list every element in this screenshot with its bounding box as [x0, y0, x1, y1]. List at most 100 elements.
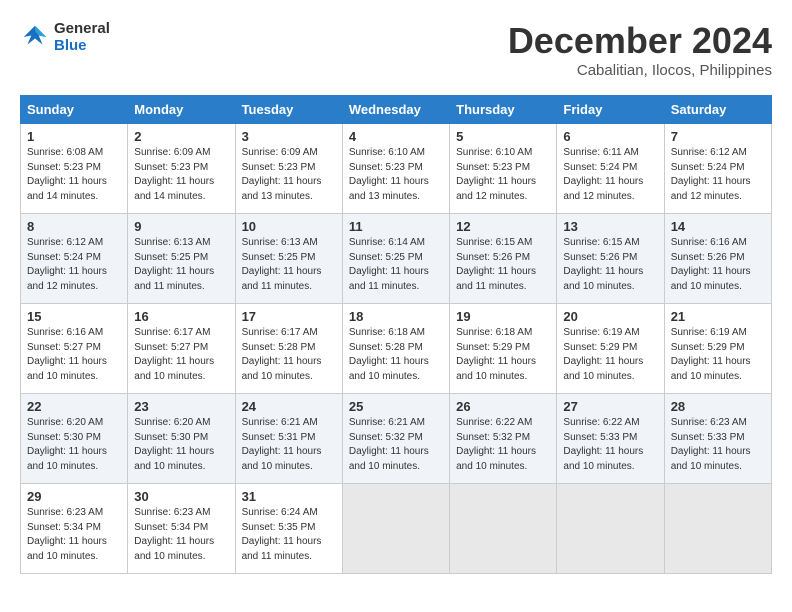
calendar-cell: 27 Sunrise: 6:22 AMSunset: 5:33 PMDayligh… [557, 394, 664, 484]
calendar-cell: 6Sunrise: 6:11 AMSunset: 5:24 PMDaylight… [557, 124, 664, 214]
day-info: Sunrise: 6:20 AMSunset: 5:30 PMDaylight:… [27, 416, 121, 474]
calendar-cell: 22 Sunrise: 6:20 AMSunset: 5:30 PMDayligh… [21, 394, 128, 484]
calendar-cell: 17 Sunrise: 6:17 AMSunset: 5:28 PMDayligh… [235, 304, 342, 394]
day-info: Sunrise: 6:18 AMSunset: 5:29 PMDaylight:… [456, 326, 550, 384]
day-info: Sunrise: 6:15 AMSunset: 5:26 PMDaylight:… [563, 236, 657, 294]
day-number: 4 [349, 129, 443, 144]
weekday-header-thursday: Thursday [450, 96, 557, 124]
day-number: 10 [242, 219, 336, 234]
day-number: 20 [563, 309, 657, 324]
calendar-cell: 30 Sunrise: 6:23 AMSunset: 5:34 PMDayligh… [128, 484, 235, 574]
weekday-header-monday: Monday [128, 96, 235, 124]
calendar-cell: 28 Sunrise: 6:23 AMSunset: 5:33 PMDayligh… [664, 394, 771, 484]
day-info: Sunrise: 6:16 AMSunset: 5:26 PMDaylight:… [671, 236, 765, 294]
day-info: Sunrise: 6:08 AMSunset: 5:23 PMDaylight:… [27, 146, 121, 204]
calendar-week-row: 8 Sunrise: 6:12 AMSunset: 5:24 PMDaylight… [21, 214, 772, 304]
day-info: Sunrise: 6:14 AMSunset: 5:25 PMDaylight:… [349, 236, 443, 294]
day-number: 1 [27, 129, 121, 144]
calendar-cell [664, 484, 771, 574]
calendar-cell [450, 484, 557, 574]
day-number: 13 [563, 219, 657, 234]
calendar-cell: 3 Sunrise: 6:09 AMSunset: 5:23 PMDaylight… [235, 124, 342, 214]
day-number: 7 [671, 129, 765, 144]
day-info: Sunrise: 6:12 AMSunset: 5:24 PMDaylight:… [27, 236, 121, 294]
calendar-cell: 10Sunrise: 6:13 AMSunset: 5:25 PMDayligh… [235, 214, 342, 304]
header: General Blue December 2024 Cabalitian, I… [20, 20, 772, 79]
day-info: Sunrise: 6:23 AMSunset: 5:34 PMDaylight:… [27, 506, 121, 564]
day-info: Sunrise: 6:23 AMSunset: 5:33 PMDaylight:… [671, 416, 765, 474]
calendar-body: 1 Sunrise: 6:08 AMSunset: 5:23 PMDaylight… [21, 124, 772, 574]
weekday-header-tuesday: Tuesday [235, 96, 342, 124]
calendar-cell: 20 Sunrise: 6:19 AMSunset: 5:29 PMDayligh… [557, 304, 664, 394]
day-number: 31 [242, 489, 336, 504]
day-info: Sunrise: 6:23 AMSunset: 5:34 PMDaylight:… [134, 506, 228, 564]
calendar-cell [342, 484, 449, 574]
calendar-cell: 19Sunrise: 6:18 AMSunset: 5:29 PMDayligh… [450, 304, 557, 394]
calendar-cell: 18Sunrise: 6:18 AMSunset: 5:28 PMDayligh… [342, 304, 449, 394]
logo: General Blue [20, 20, 110, 55]
calendar-cell: 25 Sunrise: 6:21 AMSunset: 5:32 PMDayligh… [342, 394, 449, 484]
day-number: 12 [456, 219, 550, 234]
location-subtitle: Cabalitian, Ilocos, Philippines [508, 62, 772, 79]
calendar-cell: 21 Sunrise: 6:19 AMSunset: 5:29 PMDayligh… [664, 304, 771, 394]
day-number: 28 [671, 399, 765, 414]
day-info: Sunrise: 6:17 AMSunset: 5:28 PMDaylight:… [242, 326, 336, 384]
day-number: 21 [671, 309, 765, 324]
calendar-cell: 26Sunrise: 6:22 AMSunset: 5:32 PMDayligh… [450, 394, 557, 484]
day-info: Sunrise: 6:21 AMSunset: 5:31 PMDaylight:… [242, 416, 336, 474]
day-info: Sunrise: 6:22 AMSunset: 5:33 PMDaylight:… [563, 416, 657, 474]
calendar-cell: 16 Sunrise: 6:17 AMSunset: 5:27 PMDayligh… [128, 304, 235, 394]
calendar-table: SundayMondayTuesdayWednesdayThursdayFrid… [20, 95, 772, 574]
day-number: 30 [134, 489, 228, 504]
calendar-cell: 5 Sunrise: 6:10 AMSunset: 5:23 PMDaylight… [450, 124, 557, 214]
day-number: 16 [134, 309, 228, 324]
day-info: Sunrise: 6:17 AMSunset: 5:27 PMDaylight:… [134, 326, 228, 384]
weekday-header-sunday: Sunday [21, 96, 128, 124]
calendar-cell: 29Sunrise: 6:23 AMSunset: 5:34 PMDayligh… [21, 484, 128, 574]
calendar-cell: 9Sunrise: 6:13 AMSunset: 5:25 PMDaylight… [128, 214, 235, 304]
day-number: 22 [27, 399, 121, 414]
day-info: Sunrise: 6:21 AMSunset: 5:32 PMDaylight:… [349, 416, 443, 474]
weekday-header-friday: Friday [557, 96, 664, 124]
day-info: Sunrise: 6:12 AMSunset: 5:24 PMDaylight:… [671, 146, 765, 204]
calendar-cell: 24Sunrise: 6:21 AMSunset: 5:31 PMDayligh… [235, 394, 342, 484]
title-area: December 2024 Cabalitian, Ilocos, Philip… [508, 20, 772, 79]
calendar-cell: 31 Sunrise: 6:24 AMSunset: 5:35 PMDayligh… [235, 484, 342, 574]
month-title: December 2024 [508, 20, 772, 62]
day-number: 11 [349, 219, 443, 234]
day-info: Sunrise: 6:15 AMSunset: 5:26 PMDaylight:… [456, 236, 550, 294]
day-info: Sunrise: 6:18 AMSunset: 5:28 PMDaylight:… [349, 326, 443, 384]
calendar-cell: 13 Sunrise: 6:15 AMSunset: 5:26 PMDayligh… [557, 214, 664, 304]
calendar-week-row: 29Sunrise: 6:23 AMSunset: 5:34 PMDayligh… [21, 484, 772, 574]
weekday-header-wednesday: Wednesday [342, 96, 449, 124]
day-number: 8 [27, 219, 121, 234]
logo-icon [20, 22, 50, 52]
calendar-cell: 14Sunrise: 6:16 AMSunset: 5:26 PMDayligh… [664, 214, 771, 304]
calendar-cell: 1 Sunrise: 6:08 AMSunset: 5:23 PMDaylight… [21, 124, 128, 214]
calendar-week-row: 22 Sunrise: 6:20 AMSunset: 5:30 PMDayligh… [21, 394, 772, 484]
day-number: 17 [242, 309, 336, 324]
day-info: Sunrise: 6:19 AMSunset: 5:29 PMDaylight:… [563, 326, 657, 384]
day-number: 27 [563, 399, 657, 414]
calendar-cell: 8 Sunrise: 6:12 AMSunset: 5:24 PMDaylight… [21, 214, 128, 304]
day-info: Sunrise: 6:20 AMSunset: 5:30 PMDaylight:… [134, 416, 228, 474]
day-info: Sunrise: 6:09 AMSunset: 5:23 PMDaylight:… [134, 146, 228, 204]
day-info: Sunrise: 6:22 AMSunset: 5:32 PMDaylight:… [456, 416, 550, 474]
day-number: 9 [134, 219, 228, 234]
calendar-cell: 15Sunrise: 6:16 AMSunset: 5:27 PMDayligh… [21, 304, 128, 394]
day-info: Sunrise: 6:11 AMSunset: 5:24 PMDaylight:… [563, 146, 657, 204]
day-info: Sunrise: 6:09 AMSunset: 5:23 PMDaylight:… [242, 146, 336, 204]
calendar-cell [557, 484, 664, 574]
day-number: 3 [242, 129, 336, 144]
day-info: Sunrise: 6:24 AMSunset: 5:35 PMDaylight:… [242, 506, 336, 564]
calendar-week-row: 15Sunrise: 6:16 AMSunset: 5:27 PMDayligh… [21, 304, 772, 394]
day-number: 25 [349, 399, 443, 414]
calendar-cell: 23 Sunrise: 6:20 AMSunset: 5:30 PMDayligh… [128, 394, 235, 484]
day-number: 5 [456, 129, 550, 144]
day-info: Sunrise: 6:19 AMSunset: 5:29 PMDaylight:… [671, 326, 765, 384]
day-info: Sunrise: 6:10 AMSunset: 5:23 PMDaylight:… [456, 146, 550, 204]
calendar-cell: 2Sunrise: 6:09 AMSunset: 5:23 PMDaylight… [128, 124, 235, 214]
day-number: 23 [134, 399, 228, 414]
calendar-cell: 12 Sunrise: 6:15 AMSunset: 5:26 PMDayligh… [450, 214, 557, 304]
calendar-header: SundayMondayTuesdayWednesdayThursdayFrid… [21, 96, 772, 124]
